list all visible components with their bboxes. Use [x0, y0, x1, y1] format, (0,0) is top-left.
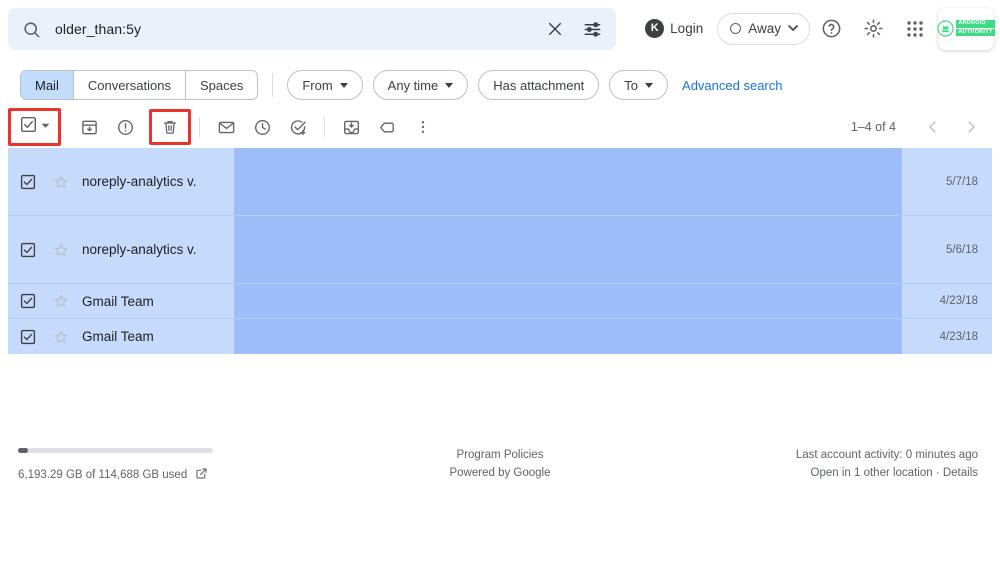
filter-chip-has-attachment-label: Has attachment: [493, 78, 584, 93]
account-controls: K Login Away: [637, 0, 1000, 57]
chip-divider: [272, 73, 273, 97]
row-date: 4/23/18: [940, 295, 978, 307]
row-date: 5/7/18: [946, 176, 978, 188]
footer: 6,193.29 GB of 114,688 GB used Program P…: [0, 440, 1000, 500]
filter-chip-to-label: To: [624, 78, 638, 93]
row-subject-redacted: [234, 284, 902, 318]
chevron-right-icon[interactable]: [954, 110, 988, 144]
open-locations-details-link[interactable]: Open in 1 other location · Details: [796, 464, 978, 482]
login-label: Login: [670, 21, 703, 36]
help-icon[interactable]: [810, 8, 852, 50]
search-input[interactable]: [55, 21, 538, 37]
row-subject-redacted: [234, 148, 902, 215]
toolbar-divider: [199, 117, 200, 137]
advanced-search-link[interactable]: Advanced search: [682, 78, 782, 93]
status-label: Away: [748, 21, 781, 36]
row-date: 5/6/18: [946, 244, 978, 256]
row-sender: noreply-analytics v.: [82, 174, 242, 189]
row-checkbox[interactable]: [8, 293, 48, 309]
row-checkbox[interactable]: [8, 329, 48, 345]
footer-activity: Last account activity: 0 minutes ago Ope…: [796, 446, 978, 482]
clock-snooze-icon[interactable]: [244, 109, 280, 145]
last-account-activity-label: Last account activity: 0 minutes ago: [796, 446, 978, 464]
chevron-left-icon[interactable]: [916, 110, 950, 144]
row-sender: noreply-analytics v.: [82, 242, 242, 257]
avatar-brand-line2: AUTHORITY: [956, 29, 994, 37]
chevron-down-icon: [788, 20, 798, 38]
search-scope-segmented: Mail Conversations Spaces: [20, 70, 258, 100]
mark-as-read-envelope-icon[interactable]: [208, 109, 244, 145]
chevron-down-icon[interactable]: [40, 118, 51, 136]
avatar[interactable]: ANDROID AUTHORITY: [938, 8, 994, 50]
table-row[interactable]: noreply-analytics v. 5/7/18: [8, 148, 992, 216]
star-icon[interactable]: [48, 242, 74, 258]
gmail-window: K Login Away: [0, 0, 1000, 562]
report-spam-icon[interactable]: [107, 109, 143, 145]
chevron-down-icon: [645, 83, 653, 88]
trash-icon[interactable]: [155, 113, 185, 141]
table-row[interactable]: noreply-analytics v. 5/6/18: [8, 216, 992, 284]
star-icon[interactable]: [48, 174, 74, 190]
chevron-down-icon: [445, 83, 453, 88]
star-icon[interactable]: [48, 329, 74, 345]
gear-icon[interactable]: [852, 8, 894, 50]
chevron-down-icon: [340, 83, 348, 88]
android-authority-avatar-icon: ANDROID AUTHORITY: [937, 20, 994, 37]
star-icon[interactable]: [48, 293, 74, 309]
status-away-dropdown[interactable]: Away: [717, 13, 810, 45]
toolbar-divider-2: [324, 117, 325, 137]
tab-spaces[interactable]: Spaces: [186, 71, 257, 99]
apps-grid-icon[interactable]: [894, 8, 936, 50]
delete-highlight: [149, 109, 191, 145]
pagination: 1–4 of 4: [851, 108, 988, 146]
label-tag-icon[interactable]: [369, 109, 405, 145]
row-subject-redacted: [234, 319, 902, 354]
table-row[interactable]: Gmail Team 4/23/18: [8, 284, 992, 319]
row-sender: Gmail Team: [82, 329, 242, 344]
filter-chip-from-label: From: [302, 78, 332, 93]
move-to-inbox-icon[interactable]: [333, 109, 369, 145]
archive-icon[interactable]: [71, 109, 107, 145]
mail-list: noreply-analytics v. 5/7/18 noreply-anal…: [8, 148, 992, 354]
search-icon: [22, 20, 41, 39]
login-button[interactable]: K Login: [637, 19, 711, 38]
search-filter-bar: Mail Conversations Spaces From Any time …: [0, 68, 1000, 102]
add-to-tasks-icon[interactable]: [280, 109, 316, 145]
tab-conversations[interactable]: Conversations: [74, 71, 186, 99]
pagination-range: 1–4 of 4: [851, 120, 896, 134]
tab-mail[interactable]: Mail: [21, 71, 74, 99]
bottom-strip: [0, 552, 1000, 562]
filter-chip-any-time-label: Any time: [388, 78, 439, 93]
row-checkbox[interactable]: [8, 242, 48, 258]
tune-icon[interactable]: [572, 20, 612, 39]
filter-chip-to[interactable]: To: [609, 70, 668, 100]
close-icon[interactable]: [538, 21, 572, 37]
row-date: 4/23/18: [940, 331, 978, 343]
table-row[interactable]: Gmail Team 4/23/18: [8, 319, 992, 354]
status-circle-icon: [730, 23, 741, 34]
more-vertical-icon[interactable]: [405, 109, 441, 145]
app-header: K Login Away: [0, 0, 1000, 57]
filter-chip-from[interactable]: From: [287, 70, 362, 100]
search-bar[interactable]: [8, 8, 616, 50]
row-subject-redacted: [234, 216, 902, 283]
select-all-highlight: [8, 108, 61, 146]
login-avatar-icon: K: [645, 19, 664, 38]
filter-chip-any-time[interactable]: Any time: [373, 70, 469, 100]
filter-chip-has-attachment[interactable]: Has attachment: [478, 70, 599, 100]
select-all-checkbox[interactable]: [14, 112, 55, 142]
checkbox-checked-icon: [20, 116, 37, 138]
row-sender: Gmail Team: [82, 294, 242, 309]
avatar-brand-line1: ANDROID: [956, 20, 994, 28]
row-checkbox[interactable]: [8, 174, 48, 190]
